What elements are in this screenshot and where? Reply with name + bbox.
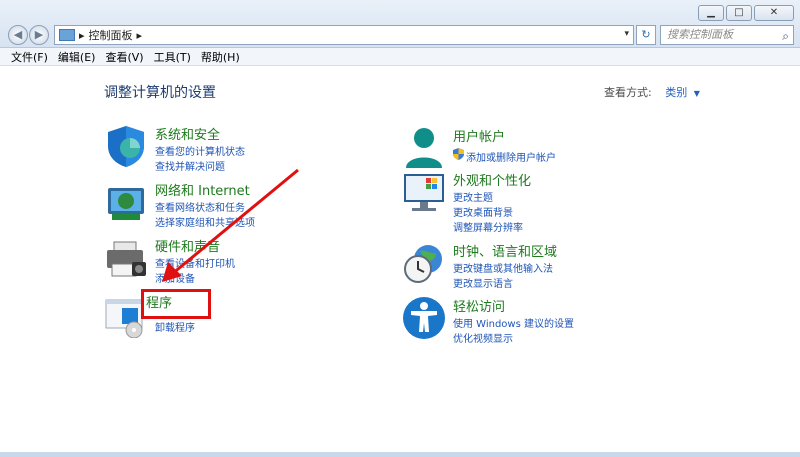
link-devices-printers[interactable]: 查看设备和打印机 [155, 255, 235, 270]
link-troubleshoot[interactable]: 查找并解决问题 [155, 158, 225, 173]
minimize-button[interactable]: ▁ [698, 5, 724, 21]
menu-view[interactable]: 查看(V) [100, 49, 148, 65]
maximize-button[interactable]: □ [726, 5, 752, 21]
link-add-device[interactable]: 添加设备 [155, 270, 195, 285]
search-placeholder: 搜索控制面板 [667, 28, 733, 41]
category-title[interactable]: 系统和安全 [155, 124, 220, 143]
control-panel-icon [59, 29, 75, 41]
link-windows-suggested[interactable]: 使用 Windows 建议的设置 [453, 315, 574, 330]
view-by-select[interactable]: 类别 [665, 86, 687, 99]
uac-shield-icon [453, 148, 464, 160]
forward-button[interactable]: ▶ [29, 25, 49, 45]
category-title[interactable]: 时钟、语言和区域 [453, 241, 557, 260]
category-title[interactable]: 网络和 Internet [155, 180, 250, 199]
close-button[interactable]: ✕ [754, 5, 794, 21]
category-title[interactable]: 外观和个性化 [453, 170, 531, 189]
search-icon[interactable]: ⌕ [782, 27, 789, 45]
menu-edit[interactable]: 编辑(E) [53, 49, 101, 65]
accessibility-icon[interactable] [402, 296, 446, 340]
menu-file[interactable]: 文件(F) [6, 49, 53, 65]
shield-icon[interactable] [104, 124, 148, 168]
category-ease-of-access: 轻松访问 使用 Windows 建议的设置 优化视频显示 [402, 296, 622, 346]
view-by-label: 查看方式: [604, 86, 652, 99]
clock-globe-icon[interactable] [402, 241, 446, 285]
page-title: 调整计算机的设置 [104, 85, 216, 101]
view-by: 查看方式: 类别 ▼ [604, 84, 700, 100]
category-title[interactable]: 硬件和声音 [155, 236, 220, 255]
printer-icon[interactable] [104, 236, 148, 280]
category-appearance: 外观和个性化 更改主题 更改桌面背景 调整屏幕分辨率 [402, 170, 622, 240]
menu-help[interactable]: 帮助(H) [196, 49, 245, 65]
menu-bar: 文件(F) 编辑(E) 查看(V) 工具(T) 帮助(H) [0, 48, 800, 66]
window-controls: ▁ □ ✕ [698, 5, 794, 21]
category-clock-language-region: 时钟、语言和区域 更改键盘或其他输入法 更改显示语言 [402, 241, 622, 291]
category-title[interactable]: 轻松访问 [453, 296, 505, 315]
content-area: 调整计算机的设置 查看方式: 类别 ▼ 系统和安全 查看您的计算机状态 查找并解… [0, 66, 800, 452]
category-network-internet: 网络和 Internet 查看网络状态和任务 选择家庭组和共享选项 [104, 180, 304, 230]
link-add-remove-user[interactable]: 添加或删除用户帐户 [466, 149, 556, 164]
link-change-theme[interactable]: 更改主题 [453, 189, 493, 204]
display-icon[interactable] [402, 170, 446, 214]
taskbar [0, 452, 800, 457]
path-separator: ▸ [79, 28, 85, 42]
title-bar: ▁ □ ✕ ◀ ▶ ▸ 控制面板 ▸ ▾ ↻ 搜索控制面板 ⌕ [0, 0, 800, 48]
path-separator-2[interactable]: ▸ [137, 29, 143, 42]
link-uninstall-program[interactable]: 卸载程序 [155, 319, 195, 334]
link-change-display-language[interactable]: 更改显示语言 [453, 275, 513, 290]
link-screen-resolution[interactable]: 调整屏幕分辨率 [453, 219, 523, 234]
refresh-icon[interactable]: ↻ [636, 25, 656, 45]
user-icon[interactable] [402, 126, 446, 170]
category-system-security: 系统和安全 查看您的计算机状态 查找并解决问题 [104, 124, 304, 174]
link-network-status[interactable]: 查看网络状态和任务 [155, 199, 245, 214]
link-computer-status[interactable]: 查看您的计算机状态 [155, 143, 245, 158]
menu-tools[interactable]: 工具(T) [149, 49, 196, 65]
breadcrumb-control-panel[interactable]: 控制面板 [89, 27, 133, 43]
category-user-accounts: 用户帐户 添加或删除用户帐户 [402, 126, 622, 176]
category-hardware-sound: 硬件和声音 查看设备和打印机 添加设备 [104, 236, 304, 286]
back-button[interactable]: ◀ [8, 25, 28, 45]
link-homegroup[interactable]: 选择家庭组和共享选项 [155, 214, 255, 229]
highlight-box [141, 289, 211, 319]
link-change-keyboard[interactable]: 更改键盘或其他输入法 [453, 260, 553, 275]
link-optimize-video[interactable]: 优化视频显示 [453, 330, 513, 345]
category-title[interactable]: 用户帐户 [453, 126, 505, 145]
link-change-background[interactable]: 更改桌面背景 [453, 204, 513, 219]
search-input[interactable]: 搜索控制面板 ⌕ [660, 25, 794, 45]
network-icon[interactable] [104, 180, 148, 224]
chevron-down-icon[interactable]: ▼ [694, 89, 700, 98]
address-dropdown-icon[interactable]: ▾ [624, 29, 629, 39]
address-bar[interactable]: ▸ 控制面板 ▸ ▾ [54, 25, 634, 45]
